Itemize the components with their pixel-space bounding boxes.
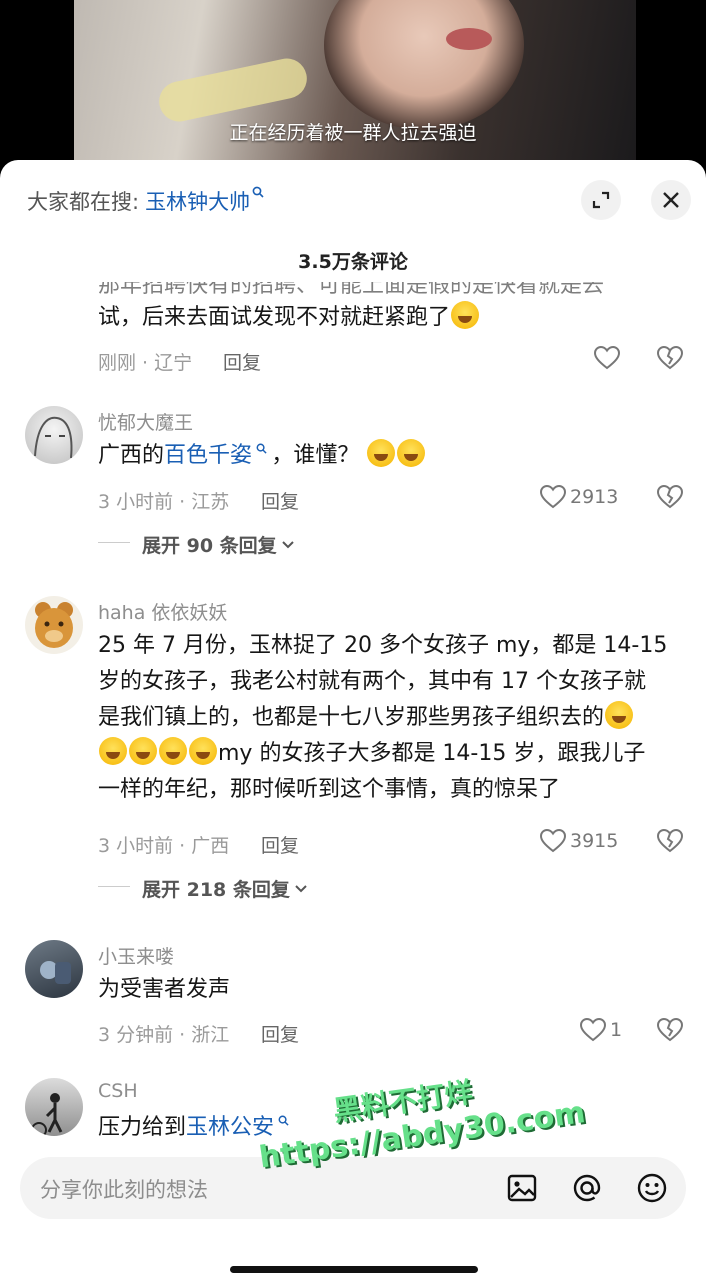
- broken-heart-icon: [656, 828, 684, 853]
- comment-text: 25 年 7 月份，玉林捉了 20 多个女孩子 my，都是 14-15 岁的女孩…: [98, 628, 688, 808]
- broken-heart-icon: [656, 1017, 684, 1042]
- expand-replies-button[interactable]: 展开 90 条回复: [98, 531, 295, 558]
- reply-button[interactable]: 回复: [261, 487, 299, 514]
- close-button[interactable]: [651, 180, 691, 220]
- comment-count: 3.5万条评论: [298, 251, 408, 273]
- close-icon: [663, 192, 679, 208]
- comment-text-line: my 的女孩子大多都是 14-15 岁，跟我儿子: [98, 736, 688, 772]
- trending-search-term[interactable]: 玉林钟大帅: [145, 186, 250, 216]
- expand-divider: [98, 886, 130, 887]
- reply-button[interactable]: 回复: [223, 348, 261, 375]
- comment-text-content: 试，后来去面试发现不对就赶紧跑了: [98, 305, 451, 330]
- expand-replies-label: 展开 90 条回复: [142, 535, 277, 557]
- image-icon[interactable]: [505, 1171, 539, 1205]
- video-subtitle: 正在经历着被一群人拉去强迫: [229, 122, 477, 144]
- comment-meta: 3 小时前 · 广西: [98, 835, 230, 857]
- trending-search-prefix: 大家都在搜:: [27, 190, 140, 214]
- avatar[interactable]: [25, 406, 83, 464]
- comment-author[interactable]: 小玉来喽: [98, 942, 174, 969]
- comment-text: 为受害者发声: [98, 977, 231, 1002]
- crying-laugh-emoji-icon: [397, 439, 426, 467]
- comment-text-line-content: my 的女孩子大多都是 14-15 岁，跟我儿子: [218, 741, 646, 766]
- broken-heart-icon: [656, 345, 684, 370]
- comment-text-after: ，谁懂？: [271, 443, 360, 468]
- crying-laugh-emoji-icon: [367, 439, 396, 467]
- comment-text: 试，后来去面试发现不对就赶紧跑了: [98, 300, 688, 336]
- comment-text-line: 一样的年纪，那时候听到这个事情，真的惊呆了: [98, 777, 561, 802]
- like-count: 3915: [570, 830, 619, 852]
- comment-search-link[interactable]: 百色千姿: [164, 443, 252, 468]
- comment-author[interactable]: haha 依依妖妖: [98, 598, 227, 625]
- broken-heart-icon: [656, 484, 684, 509]
- smile-emoji-icon: [451, 301, 480, 329]
- comment-meta: 3 分钟前 · 浙江: [98, 1024, 230, 1046]
- comment-text-line: 是我们镇上的，也都是十七八岁那些男孩子组织去的: [98, 700, 688, 736]
- like-count: 2913: [570, 486, 619, 508]
- like-count: 1: [610, 1019, 623, 1041]
- video-player[interactable]: 正在经历着被一群人拉去强迫: [0, 0, 706, 170]
- video-person: [324, 0, 524, 130]
- heart-icon: [580, 1018, 606, 1042]
- comment-input-placeholder: 分享你此刻的想法: [40, 1178, 208, 1202]
- like-button[interactable]: 3915: [540, 829, 618, 853]
- grinning-sweat-emoji-icon: [99, 737, 127, 765]
- grinning-sweat-emoji-icon: [189, 737, 217, 765]
- comment-text-before: 压力给到: [98, 1115, 187, 1140]
- search-icon: [252, 443, 271, 458]
- grinning-sweat-emoji-icon: [159, 737, 187, 765]
- avatar[interactable]: [25, 940, 83, 998]
- expand-divider: [98, 542, 130, 543]
- video-person-lips: [446, 28, 492, 50]
- dislike-button[interactable]: [656, 828, 684, 857]
- comment-author[interactable]: 忧郁大魔王: [98, 408, 193, 435]
- emoji-icon[interactable]: [635, 1171, 669, 1205]
- video-background-object: [155, 54, 311, 126]
- comment-input[interactable]: 分享你此刻的想法: [20, 1157, 686, 1219]
- home-indicator[interactable]: [230, 1266, 478, 1273]
- comment-text: 广西的百色千姿 ，谁懂？: [98, 438, 688, 477]
- heart-icon: [540, 829, 566, 853]
- chevron-down-icon: [295, 884, 307, 892]
- like-button[interactable]: 1: [580, 1018, 622, 1042]
- heart-icon: [540, 485, 566, 509]
- dislike-button[interactable]: [656, 1017, 684, 1046]
- expand-button[interactable]: [581, 180, 621, 220]
- comment-text-line: 25 年 7 月份，玉林捉了 20 多个女孩子 my，都是 14-15: [98, 633, 668, 658]
- reply-button[interactable]: 回复: [261, 1020, 299, 1047]
- reply-button[interactable]: 回复: [261, 831, 299, 858]
- dislike-button[interactable]: [656, 484, 684, 513]
- expand-replies-label: 展开 218 条回复: [142, 879, 290, 901]
- expand-icon: [592, 191, 610, 209]
- comment-meta: 刚刚 · 辽宁: [98, 352, 193, 374]
- like-button[interactable]: [594, 346, 620, 370]
- grinning-sweat-emoji-icon: [129, 737, 157, 765]
- chevron-down-icon: [281, 540, 294, 548]
- dislike-button[interactable]: [656, 345, 684, 374]
- comment-meta: 3 小时前 · 江苏: [98, 491, 230, 513]
- expand-replies-button[interactable]: 展开 218 条回复: [98, 875, 308, 902]
- comment-author[interactable]: CSH: [98, 1080, 138, 1102]
- at-icon[interactable]: [570, 1171, 604, 1205]
- avatar[interactable]: [25, 596, 83, 654]
- comment-list: 那年招聘快有的招聘、可能上面是假的是快看就是去 试，后来去面试发现不对就赶紧跑了…: [0, 274, 706, 1144]
- like-button[interactable]: 2913: [540, 485, 618, 509]
- avatar[interactable]: [25, 1078, 83, 1136]
- heart-icon: [594, 346, 620, 370]
- comment-text-line: 岁的女孩子，我老公村就有两个，其中有 17 个女孩子就: [98, 669, 646, 694]
- comment-text-line-content: 是我们镇上的，也都是十七八岁那些男孩子组织去的: [98, 705, 605, 730]
- trending-search[interactable]: 大家都在搜: 玉林钟大帅: [27, 186, 264, 216]
- search-icon: [252, 186, 264, 202]
- grinning-sweat-emoji-icon: [605, 701, 634, 729]
- comment-text-before: 广西的: [98, 443, 165, 468]
